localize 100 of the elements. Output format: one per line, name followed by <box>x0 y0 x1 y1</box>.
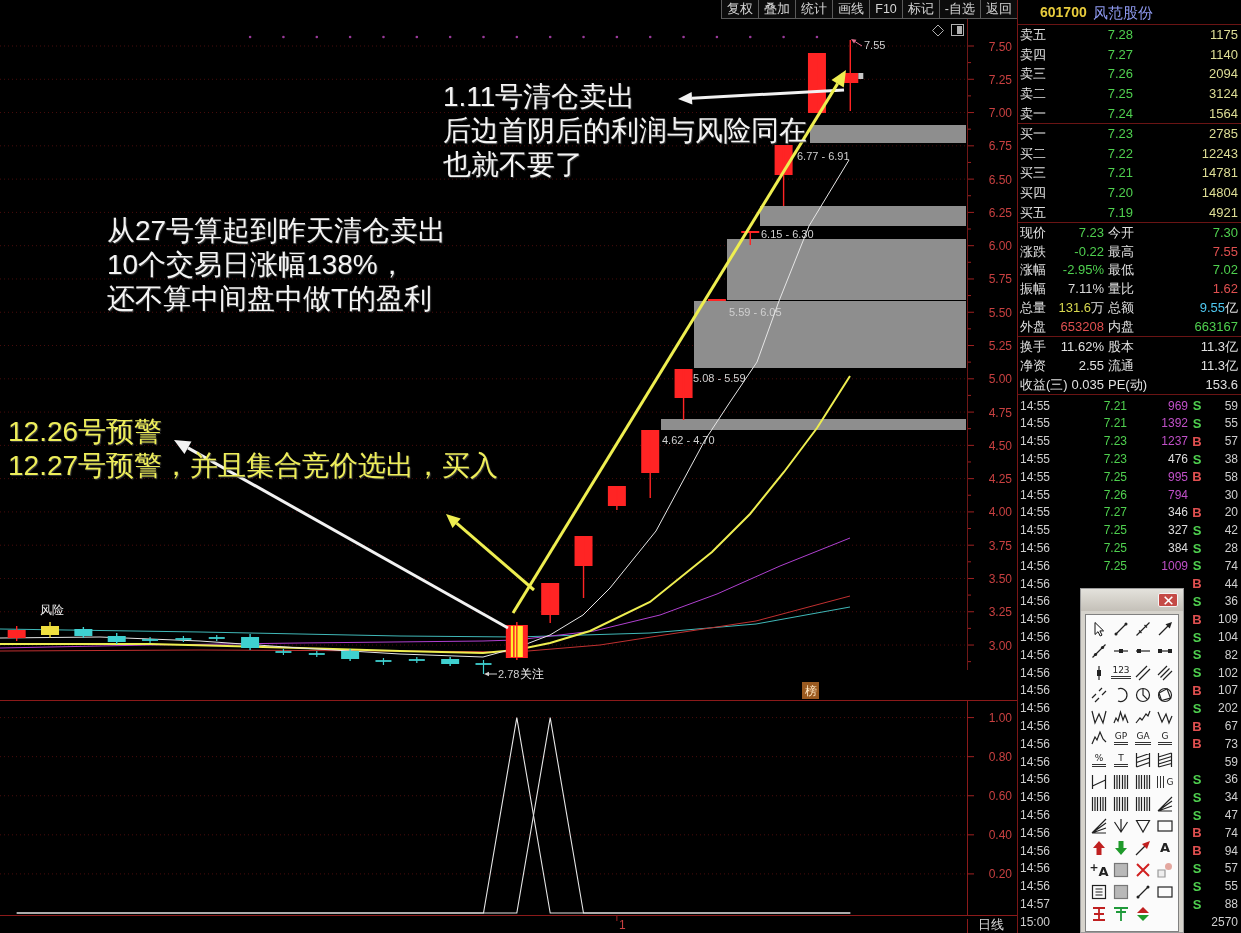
tick-count: 55 <box>1224 880 1238 893</box>
axis-label: 0.60 <box>988 789 1012 804</box>
price-axis-label: 5.00 <box>988 372 1012 387</box>
tick-time: 14:56 <box>1020 737 1051 750</box>
tick-time: 14:56 <box>1020 862 1051 875</box>
quote-label: 最高 <box>1108 244 1134 258</box>
price-axis-label: 6.25 <box>988 205 1012 220</box>
tick-count: 38 <box>1224 453 1238 466</box>
gap-range-label: 6.77 - 6.91 <box>797 150 850 162</box>
axis-label: 0.80 <box>988 750 1012 765</box>
tick-volume: 1392 <box>1161 417 1188 430</box>
order-price: 7.19 <box>1107 205 1133 219</box>
tick-count: 2570 <box>1211 915 1238 928</box>
tick-time: 14:56 <box>1020 809 1051 821</box>
order-volume: 14781 <box>1201 166 1238 180</box>
tick-time: 14:55 <box>1020 399 1051 412</box>
quote-unit: 万 <box>1091 301 1104 315</box>
watch-label: 关注 <box>520 667 544 681</box>
annotation-text: 也就不要了 <box>443 148 583 182</box>
tick-time: 14:56 <box>1020 613 1051 626</box>
trade-side-label: B <box>1192 470 1202 484</box>
trade-side-label: S <box>1192 772 1202 786</box>
quote-label: 总额 <box>1108 301 1134 315</box>
trade-side-label: S <box>1192 897 1202 911</box>
tick-count: 94 <box>1224 844 1238 857</box>
tick-price: 7.25 <box>1103 470 1127 483</box>
order-level-label: 买四 <box>1020 186 1046 200</box>
quote-label: 总量 <box>1020 301 1046 315</box>
price-axis-label: 3.50 <box>988 572 1012 586</box>
trade-side-label: S <box>1192 861 1202 875</box>
trade-side-label: S <box>1192 701 1202 715</box>
tick-time: 14:56 <box>1020 631 1051 644</box>
quote-label: 今开 <box>1108 225 1134 239</box>
tick-count: 57 <box>1224 435 1238 448</box>
quote-value: 0.035 <box>1071 377 1104 391</box>
quote-value: 663167 <box>1194 319 1238 333</box>
tick-count: 67 <box>1224 720 1238 733</box>
order-volume: 4921 <box>1209 205 1238 219</box>
tick-time: 14:56 <box>1020 542 1051 555</box>
axis-label: 1.00 <box>988 711 1012 726</box>
gap-range-label: 5.08 - 5.59 <box>693 372 746 384</box>
order-price: 7.20 <box>1107 186 1133 200</box>
quote-value: 131.6 <box>1058 301 1091 315</box>
tick-time: 14:56 <box>1020 559 1051 572</box>
tick-volume: 384 <box>1167 542 1188 555</box>
price-axis-label: 6.50 <box>988 172 1012 187</box>
quote-value: -0.22 <box>1074 244 1104 258</box>
order-level-label: 买五 <box>1020 205 1046 219</box>
tick-volume: 327 <box>1167 524 1188 537</box>
tick-time: 14:55 <box>1020 453 1051 466</box>
tick-volume: 794 <box>1167 488 1188 501</box>
price-axis-label: 5.75 <box>988 272 1012 287</box>
tick-count: 42 <box>1224 524 1238 537</box>
price-axis-label: 7.25 <box>988 72 1012 87</box>
price-axis-label: 7.00 <box>988 106 1012 121</box>
price-axis-label: 6.75 <box>988 139 1012 154</box>
trade-side-label: S <box>1192 541 1202 555</box>
tick-count: 74 <box>1224 826 1238 839</box>
tick-count: 30 <box>1224 488 1238 501</box>
tick-price: 7.25 <box>1103 559 1127 572</box>
trade-side-label: S <box>1192 399 1202 413</box>
quote-value: 9.55 <box>1199 301 1225 315</box>
price-axis-label: 4.00 <box>988 505 1012 520</box>
tick-count: 58 <box>1224 470 1238 483</box>
tick-time: 14:56 <box>1020 702 1051 715</box>
order-volume: 14804 <box>1201 186 1238 200</box>
quote-value: 11.3亿 <box>1200 339 1238 353</box>
price-axis-label: 6.00 <box>988 239 1012 254</box>
tick-time: 14:56 <box>1020 791 1051 804</box>
quote-value: 2.55 <box>1078 358 1104 372</box>
tick-count: 47 <box>1224 809 1238 821</box>
tick-time: 14:56 <box>1020 595 1051 608</box>
tick-time: 14:55 <box>1020 524 1051 537</box>
trade-side-label: S <box>1192 594 1202 608</box>
trade-side-label: S <box>1192 790 1202 804</box>
order-volume: 1175 <box>1210 28 1238 42</box>
trade-side-label: B <box>1192 612 1202 626</box>
tick-count: 59 <box>1224 399 1238 412</box>
order-price: 7.25 <box>1107 87 1133 101</box>
quote-value: 1.62 <box>1212 282 1238 296</box>
tick-count: 20 <box>1224 506 1238 519</box>
price-axis-label: 3.75 <box>988 538 1012 553</box>
trade-side-label: B <box>1192 434 1202 448</box>
order-volume: 1564 <box>1209 106 1238 120</box>
tick-time: 14:57 <box>1020 898 1051 910</box>
tick-count: 104 <box>1217 631 1238 644</box>
risk-label: 风险 <box>40 603 64 617</box>
tick-volume: 1237 <box>1161 435 1188 448</box>
order-volume: 2785 <box>1209 127 1238 141</box>
tick-time: 14:56 <box>1020 720 1051 733</box>
tick-time: 14:55 <box>1020 506 1051 519</box>
tick-count: 202 <box>1217 702 1238 715</box>
order-volume: 1140 <box>1210 47 1238 61</box>
order-price: 7.26 <box>1107 67 1133 81</box>
tick-price: 7.27 <box>1103 506 1127 519</box>
quote-value: 7.02 <box>1212 263 1238 277</box>
price-axis-label: 5.25 <box>988 339 1012 353</box>
order-level-label: 卖五 <box>1020 28 1046 42</box>
quote-label: 振幅 <box>1020 282 1046 296</box>
tick-count: 28 <box>1224 542 1238 555</box>
